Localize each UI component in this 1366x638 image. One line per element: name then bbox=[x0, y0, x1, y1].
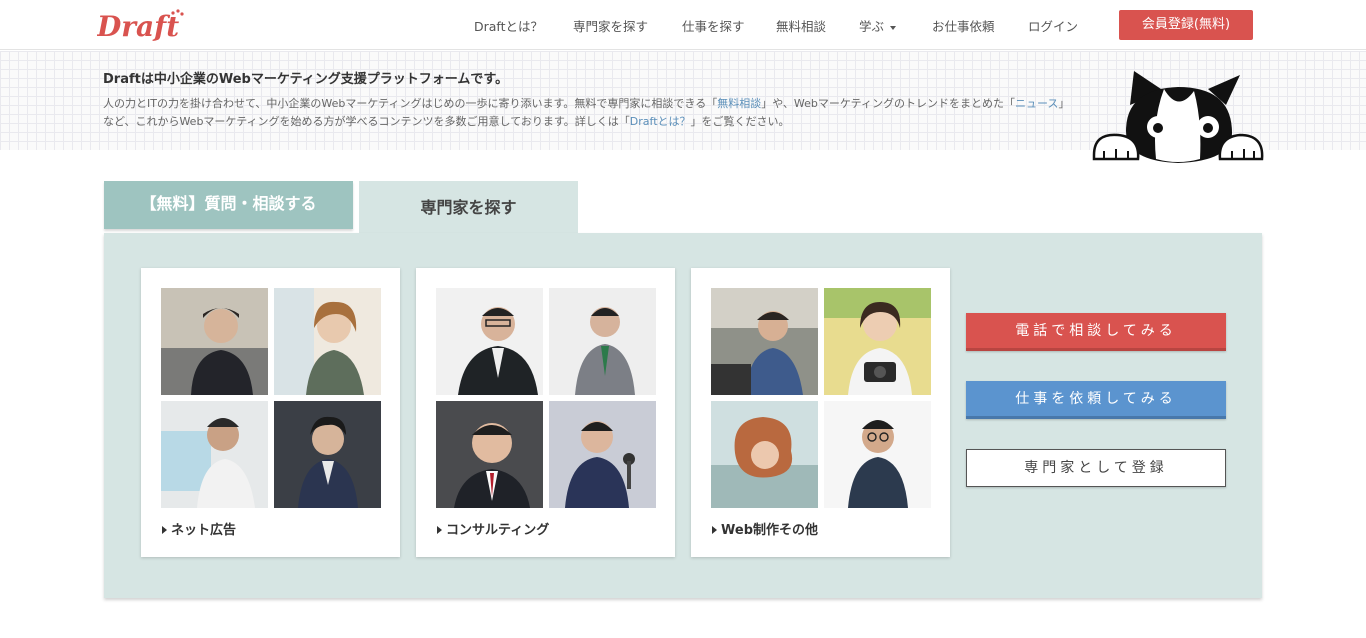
signup-button[interactable]: 会員登録(無料) bbox=[1119, 10, 1253, 40]
nav-job-request[interactable]: お仕事依頼 bbox=[932, 16, 995, 35]
link-about[interactable]: Draftとは？ bbox=[630, 115, 691, 128]
expert-photo bbox=[274, 401, 381, 508]
expert-photo bbox=[549, 288, 656, 395]
phone-consult-button[interactable]: 電話で相談してみる bbox=[966, 313, 1226, 351]
nav-find-experts[interactable]: 専門家を探す bbox=[573, 16, 648, 35]
tab-find-experts[interactable]: 専門家を探す bbox=[359, 181, 578, 234]
nav-learn[interactable]: 学ぶ bbox=[859, 16, 897, 35]
triangle-right-icon bbox=[162, 526, 167, 534]
intro-text-part: 人の力とITの力を掛け合わせて、中小企業のWebマーケティングはじめの一歩に寄り… bbox=[103, 97, 718, 110]
intro-text-part: 」をご覧ください。 bbox=[690, 115, 790, 128]
expert-photo bbox=[436, 288, 543, 395]
site-header: Draft Draftとは？ 専門家を探す 仕事を探す 無料相談 学ぶ お仕事依… bbox=[0, 0, 1366, 50]
expert-photo bbox=[274, 288, 381, 395]
draft-logo[interactable]: Draft bbox=[97, 8, 187, 42]
nav-free-consult[interactable]: 無料相談 bbox=[776, 16, 826, 35]
expert-photo bbox=[436, 401, 543, 508]
nav-login[interactable]: ログイン bbox=[1028, 16, 1078, 35]
cat-mascot-illustration bbox=[1092, 71, 1264, 163]
card-label: Web制作その他 bbox=[712, 519, 818, 538]
expert-photo bbox=[161, 288, 268, 395]
nav-about[interactable]: Draftとは？ bbox=[474, 16, 543, 35]
intro-banner: Draftは中小企業のWebマーケティング支援プラットフォームです。 人の力とI… bbox=[0, 51, 1366, 163]
expert-photo bbox=[711, 288, 818, 395]
category-card-consulting[interactable]: コンサルティング bbox=[416, 268, 675, 557]
nav-find-jobs[interactable]: 仕事を探す bbox=[682, 16, 745, 35]
card-label: ネット広告 bbox=[162, 519, 236, 538]
link-free-consult[interactable]: 無料相談 bbox=[717, 97, 761, 110]
card-label: コンサルティング bbox=[437, 519, 549, 538]
category-card-web-production[interactable]: Web制作その他 bbox=[691, 268, 950, 557]
intro-description: 人の力とITの力を掛け合わせて、中小企業のWebマーケティングはじめの一歩に寄り… bbox=[103, 95, 1073, 131]
card-label-text: ネット広告 bbox=[171, 523, 237, 538]
card-label-text: コンサルティング bbox=[446, 523, 550, 538]
expert-photo bbox=[161, 401, 268, 508]
svg-text:Draft: Draft bbox=[97, 10, 179, 42]
card-label-text: Web制作その他 bbox=[721, 523, 818, 538]
caret-down-icon bbox=[890, 25, 897, 30]
tab-free-consult[interactable]: 【無料】質問・相談する bbox=[104, 181, 353, 229]
experts-panel: ネット広告 コンサルティング Web制作その他 電話で相談してみる 仕事を依頼し… bbox=[104, 233, 1262, 598]
category-card-net-ads[interactable]: ネット広告 bbox=[141, 268, 400, 557]
expert-photo bbox=[711, 401, 818, 508]
expert-photo bbox=[824, 401, 931, 508]
intro-title: Draftは中小企業のWebマーケティング支援プラットフォームです。 bbox=[103, 72, 509, 87]
expert-photo bbox=[824, 288, 931, 395]
intro-text-part: 」や、Webマーケティングのトレンドをまとめた「 bbox=[761, 97, 1015, 110]
nav-learn-label: 学ぶ bbox=[859, 19, 885, 34]
expert-photo bbox=[549, 401, 656, 508]
triangle-right-icon bbox=[437, 526, 442, 534]
expert-photo-grid bbox=[711, 288, 931, 508]
expert-photo-grid bbox=[436, 288, 656, 508]
link-news[interactable]: ニュース bbox=[1015, 97, 1058, 110]
request-job-button[interactable]: 仕事を依頼してみる bbox=[966, 381, 1226, 419]
register-expert-button[interactable]: 専門家として登録 bbox=[966, 449, 1226, 487]
triangle-right-icon bbox=[712, 526, 717, 534]
expert-photo-grid bbox=[161, 288, 381, 508]
